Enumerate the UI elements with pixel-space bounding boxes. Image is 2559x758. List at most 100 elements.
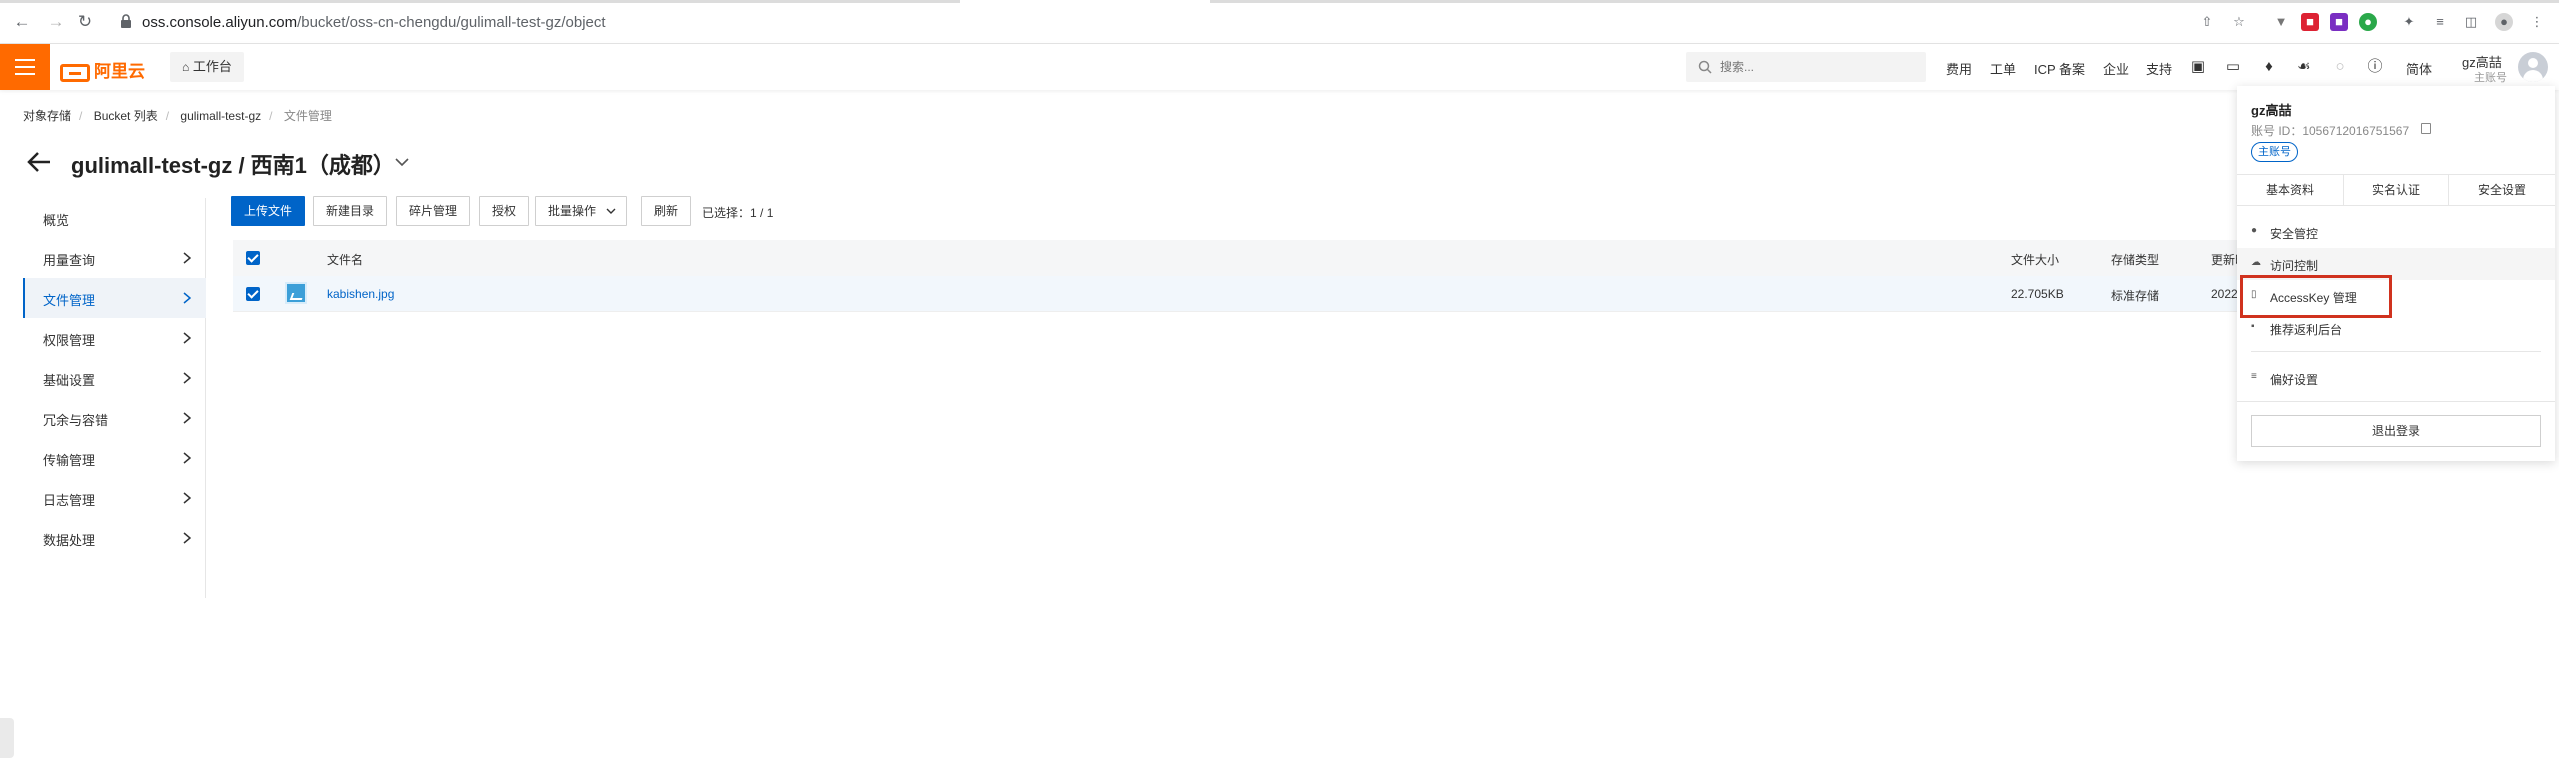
select-all-checkbox[interactable] — [246, 251, 260, 265]
reading-list-icon[interactable]: ≡ — [2431, 13, 2449, 31]
collapse-handle[interactable] — [0, 718, 14, 758]
puzzle-icon[interactable]: ✦ — [2400, 13, 2418, 31]
sidebar-item-logs[interactable]: 日志管理 — [23, 478, 206, 518]
terminal-icon[interactable]: ▭ — [2223, 57, 2243, 77]
kebab-menu-icon[interactable]: ⋮ — [2528, 13, 2546, 31]
sidebar-item-permissions[interactable]: 权限管理 — [23, 318, 206, 358]
cart-icon[interactable]: ☙ — [2294, 57, 2314, 77]
file-size: 22.705KB — [2011, 287, 2064, 301]
extension-red-icon[interactable]: ■ — [2301, 13, 2319, 31]
chevron-right-icon — [183, 292, 191, 304]
avatar[interactable] — [2518, 52, 2548, 82]
sidepanel-icon[interactable]: ◫ — [2462, 13, 2480, 31]
page-title: gulimall-test-gz / 西南1（成都） — [71, 153, 395, 178]
sidebar-item-redundancy[interactable]: 冗余与容错 — [23, 398, 206, 438]
nav-link-icp[interactable]: ICP 备案 — [2034, 59, 2085, 78]
breadcrumb: 对象存储 / Bucket 列表 / gulimall-test-gz / 文件管理 — [23, 109, 332, 123]
sidebar-item-data-processing[interactable]: 数据处理 — [23, 518, 206, 558]
chevron-right-icon — [183, 372, 191, 384]
fragments-button[interactable]: 碎片管理 — [396, 196, 471, 226]
refresh-button[interactable]: 刷新 — [641, 196, 692, 226]
col-storage[interactable]: 存储类型 — [2111, 251, 2159, 268]
back-arrow-icon[interactable] — [26, 150, 52, 174]
lightbulb-icon[interactable]: ○ — [2330, 57, 2350, 77]
chevron-right-icon — [183, 532, 191, 544]
menu-item-security-control[interactable]: ● 安全管控 — [2237, 216, 2555, 248]
chevron-down-icon — [606, 208, 616, 214]
bell-icon[interactable]: ♦ — [2259, 57, 2279, 77]
share-icon[interactable]: ⇧ — [2198, 13, 2216, 31]
col-size[interactable]: 文件大小 — [2011, 251, 2059, 268]
sidebar-item-transfer[interactable]: 传输管理 — [23, 438, 206, 478]
console-header: 阿里云 ⌂ 工作台 费用 工单 ICP 备案 企业 支持 ▣ ▭ ♦ ☙ ○ ⓘ… — [0, 44, 2559, 90]
breadcrumb-bucket[interactable]: gulimall-test-gz — [180, 109, 261, 123]
reload-icon[interactable]: ↻ — [75, 12, 95, 32]
chevron-down-icon[interactable] — [395, 157, 409, 167]
address-bar[interactable]: oss.console.aliyun.com/bucket/oss-cn-che… — [108, 8, 2248, 36]
selection-count: 已选择：1 / 1 — [702, 206, 774, 220]
tab-security-settings[interactable]: 安全设置 — [2449, 175, 2555, 205]
sidebar-item-files[interactable]: 文件管理 — [23, 278, 206, 318]
browser-toolbar: ← → ↻ oss.console.aliyun.com/bucket/oss-… — [0, 0, 2559, 44]
copy-icon[interactable] — [2421, 123, 2431, 134]
extension-purple-icon[interactable]: ■ — [2330, 13, 2348, 31]
logout-button[interactable]: 退出登录 — [2251, 415, 2541, 447]
cloud-icon: ☁ — [2251, 257, 2261, 268]
bookmark-icon: ▪ — [2251, 321, 2255, 332]
breadcrumb-current: 文件管理 — [283, 109, 332, 123]
nav-link-enterprise[interactable]: 企业 — [2103, 59, 2129, 78]
menu-item-preferences[interactable]: ≡ 偏好设置 — [2237, 362, 2555, 394]
panel-tabs: 基本资料 实名认证 安全设置 — [2237, 174, 2555, 206]
extension-v-icon[interactable]: ▼ — [2272, 13, 2290, 31]
tab-basic-info[interactable]: 基本资料 — [2237, 175, 2343, 205]
file-name-link[interactable]: kabishen.jpg — [327, 287, 394, 301]
nav-link-support[interactable]: 支持 — [2146, 59, 2172, 78]
search-field[interactable] — [1686, 52, 1926, 82]
search-icon — [1698, 60, 1712, 74]
chevron-right-icon — [183, 492, 191, 504]
user-role: 主账号 — [2474, 72, 2507, 84]
file-updated: 2022 — [2211, 287, 2238, 301]
authorize-button[interactable]: 授权 — [479, 196, 530, 226]
batch-ops-button[interactable]: 批量操作 — [535, 196, 628, 226]
breadcrumb-oss[interactable]: 对象存储 — [23, 109, 71, 123]
tab-strip — [0, 0, 2559, 3]
home-icon: ⌂ — [182, 60, 190, 74]
upload-button[interactable]: 上传文件 — [231, 196, 306, 226]
divider — [2251, 351, 2541, 352]
workbench-button[interactable]: ⌂ 工作台 — [170, 52, 244, 82]
panel-user-name: gz高喆 — [2251, 103, 2292, 118]
chevron-right-icon — [183, 452, 191, 464]
image-thumbnail-icon — [285, 282, 307, 304]
row-checkbox[interactable] — [246, 287, 260, 301]
nav-link-fees[interactable]: 费用 — [1946, 59, 1972, 78]
sliders-icon: ≡ — [2251, 371, 2257, 382]
aliyun-logo[interactable]: 阿里云 — [60, 57, 145, 82]
hamburger-menu-icon[interactable] — [0, 44, 50, 90]
account-id: 账号 ID：1056712016751567 — [2251, 124, 2410, 138]
breadcrumb-bucket-list[interactable]: Bucket 列表 — [94, 109, 158, 123]
nav-link-tickets[interactable]: 工单 — [1990, 59, 2016, 78]
search-input[interactable] — [1720, 57, 1910, 77]
profile-icon[interactable]: ● — [2495, 13, 2513, 31]
sidebar-item-usage[interactable]: 用量查询 — [23, 238, 206, 278]
chevron-right-icon — [183, 412, 191, 424]
new-dir-button[interactable]: 新建目录 — [313, 196, 388, 226]
chevron-right-icon — [183, 252, 191, 264]
sidebar: 概览 用量查询 文件管理 权限管理 基础设置 冗余与容错 传输管理 日志管理 数… — [23, 198, 206, 598]
col-name[interactable]: 文件名 — [327, 251, 363, 268]
table-row[interactable]: kabishen.jpg 22.705KB 标准存储 2022 — [233, 276, 2513, 312]
divider — [2237, 401, 2555, 402]
extension-green-icon[interactable]: ● — [2359, 13, 2377, 31]
help-icon[interactable]: ⓘ — [2365, 57, 2385, 77]
language-switch[interactable]: 简体 — [2406, 59, 2432, 78]
url-text: oss.console.aliyun.com/bucket/oss-cn-che… — [142, 14, 606, 31]
cloudshell-icon[interactable]: ▣ — [2188, 57, 2208, 77]
tab-real-name[interactable]: 实名认证 — [2343, 175, 2449, 205]
annotation-highlight-box — [2240, 275, 2392, 318]
sidebar-item-basic-settings[interactable]: 基础设置 — [23, 358, 206, 398]
back-icon[interactable]: ← — [12, 12, 32, 32]
sidebar-item-overview[interactable]: 概览 — [23, 198, 206, 238]
star-icon[interactable]: ☆ — [2230, 13, 2248, 31]
forward-icon[interactable]: → — [46, 12, 66, 32]
